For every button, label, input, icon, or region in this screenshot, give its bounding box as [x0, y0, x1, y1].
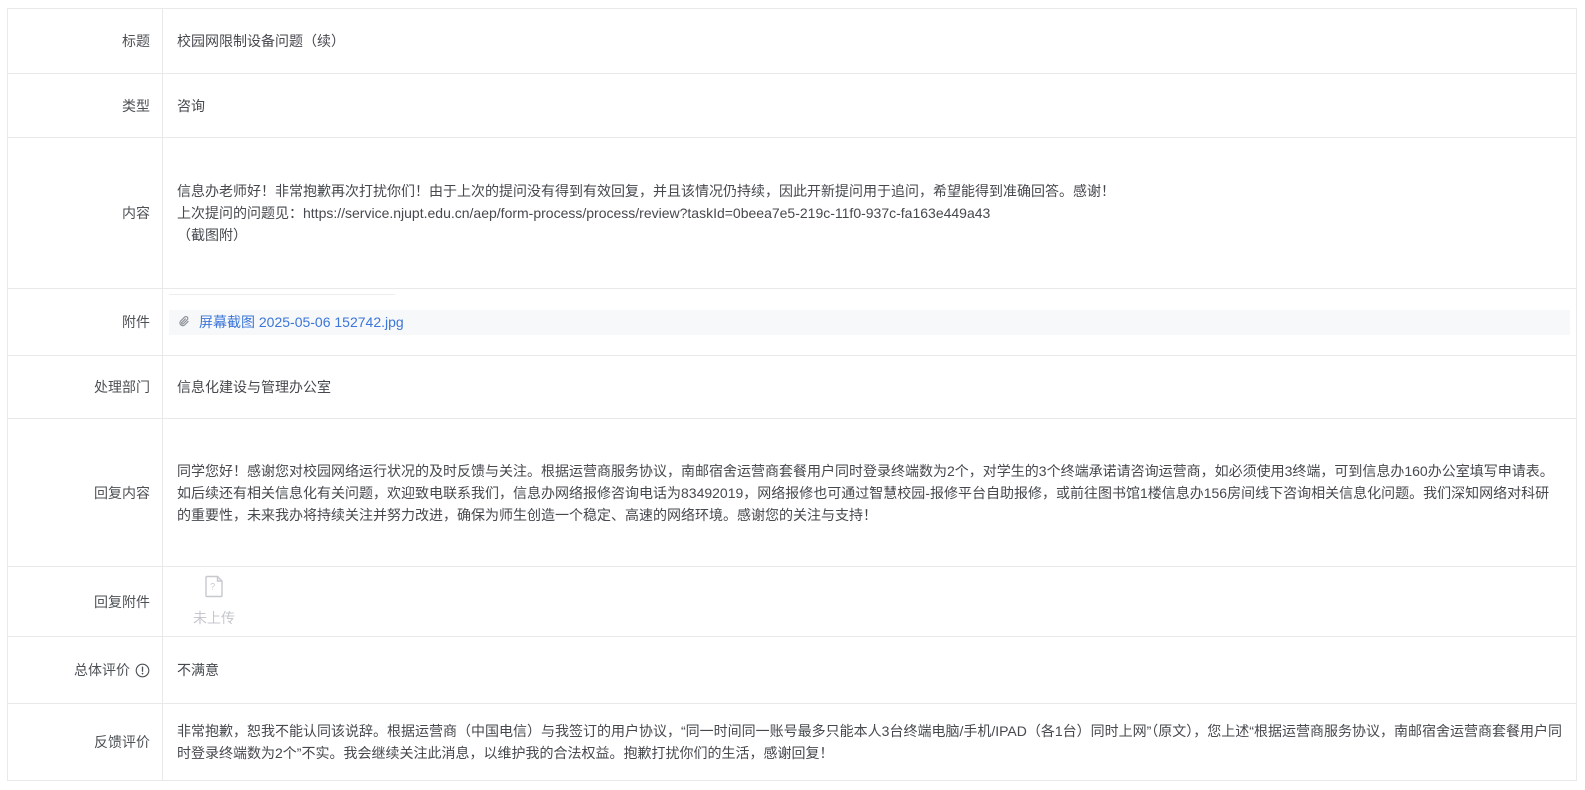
feedback-value: 非常抱歉，恕我不能认同该说辞。根据运营商（中国电信）与我签订的用户协议，“同一时…: [163, 704, 1576, 780]
reply-content-value: 同学您好！感谢您对校园网络运行状况的及时反馈与关注。根据运营商服务协议，南邮宿舍…: [163, 419, 1576, 566]
feedback-label: 反馈评价: [8, 704, 163, 780]
row-reply-content: 回复内容 同学您好！感谢您对校园网络运行状况的及时反馈与关注。根据运营商服务协议…: [8, 419, 1576, 567]
exclamation-circle-icon[interactable]: [135, 663, 150, 678]
attachment-divider: [169, 294, 395, 295]
empty-upload-placeholder: ? 未上传: [193, 575, 235, 629]
row-type: 类型 咨询: [8, 74, 1576, 138]
attachment-file-link[interactable]: 屏幕截图 2025-05-06 152742.jpg: [199, 311, 404, 333]
reply-attachment-label: 回复附件: [8, 567, 163, 636]
reply-content-label: 回复内容: [8, 419, 163, 566]
overall-rating-label: 总体评价: [8, 637, 163, 703]
row-department: 处理部门 信息化建设与管理办公室: [8, 356, 1576, 419]
ticket-detail-table: 标题 校园网限制设备问题（续） 类型 咨询 内容 信息办老师好！非常抱歉再次打扰…: [7, 8, 1577, 781]
attachment-cell: 屏幕截图 2025-05-06 152742.jpg: [163, 289, 1576, 355]
type-label: 类型: [8, 74, 163, 137]
row-overall-rating: 总体评价 不满意: [8, 637, 1576, 704]
row-title: 标题 校园网限制设备问题（续）: [8, 9, 1576, 74]
type-value: 咨询: [163, 74, 1576, 137]
content-label: 内容: [8, 138, 163, 288]
row-reply-attachment: 回复附件 ? 未上传: [8, 567, 1576, 637]
reply-attachment-cell: ? 未上传: [163, 567, 1576, 636]
department-label: 处理部门: [8, 356, 163, 418]
row-feedback: 反馈评价 非常抱歉，恕我不能认同该说辞。根据运营商（中国电信）与我签订的用户协议…: [8, 704, 1576, 780]
empty-upload-text: 未上传: [193, 607, 235, 629]
title-value: 校园网限制设备问题（续）: [163, 9, 1576, 73]
row-content: 内容 信息办老师好！非常抱歉再次打扰你们！由于上次的提问没有得到有效回复，并且该…: [8, 138, 1576, 289]
title-label: 标题: [8, 9, 163, 73]
paperclip-icon: [177, 315, 191, 329]
content-value: 信息办老师好！非常抱歉再次打扰你们！由于上次的提问没有得到有效回复，并且该情况仍…: [163, 138, 1576, 288]
department-value: 信息化建设与管理办公室: [163, 356, 1576, 418]
file-question-icon: ?: [205, 575, 224, 604]
attachment-item[interactable]: 屏幕截图 2025-05-06 152742.jpg: [169, 310, 1570, 335]
attachment-label: 附件: [8, 289, 163, 355]
overall-rating-value: 不满意: [163, 637, 1576, 703]
svg-text:?: ?: [210, 581, 215, 591]
row-attachment: 附件 屏幕截图 2025-05-06 152742.jpg: [8, 289, 1576, 356]
